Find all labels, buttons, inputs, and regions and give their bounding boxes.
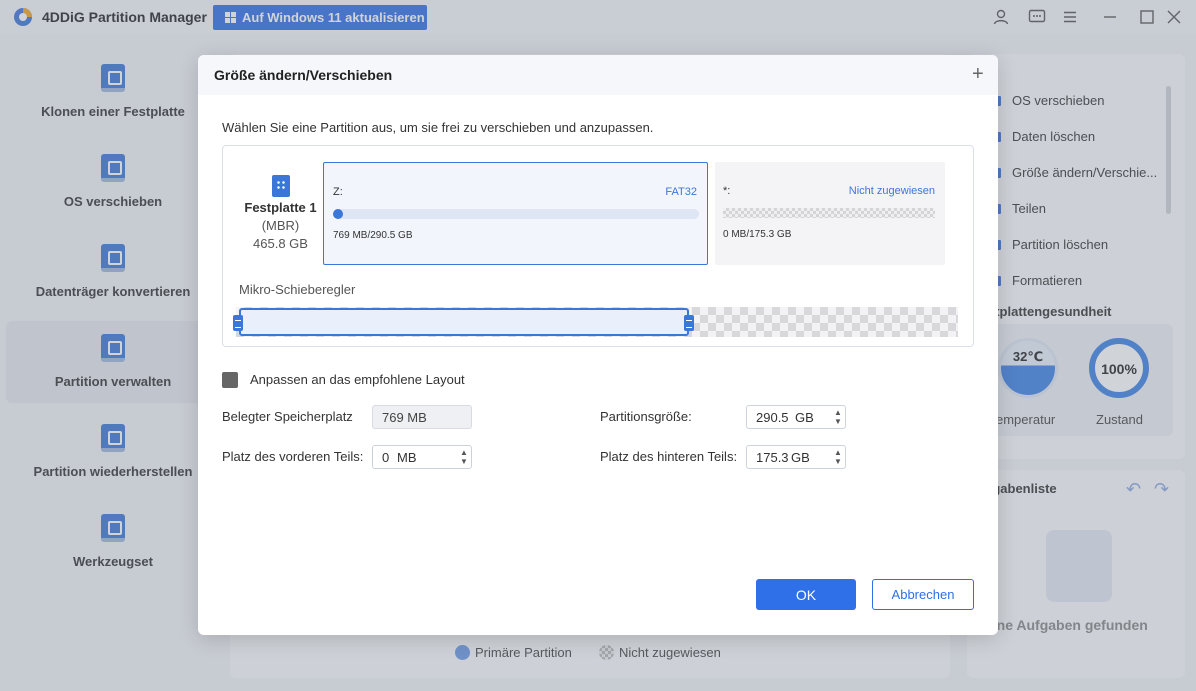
dialog-instruction: Wählen Sie eine Partition aus, um sie fr… (222, 120, 654, 135)
partition-size-stepper[interactable]: 290.5 GB ▲ ▼ (746, 405, 846, 429)
micro-slider-partition-range[interactable] (239, 308, 689, 336)
micro-slider-label: Mikro-Schieberegler (239, 282, 356, 297)
slider-right-handle[interactable] (684, 315, 694, 331)
front-space-value: 0 (382, 450, 390, 465)
front-space-unit: MB (397, 450, 417, 465)
partition-z-usage-fill (333, 209, 343, 219)
dialog-header: Größe ändern/Verschieben + (198, 55, 998, 95)
partition-z-usage: 769 MB/290.5 GB (333, 230, 413, 241)
slider-left-handle[interactable] (233, 315, 243, 331)
disk-name: Festplatte 1 (244, 200, 317, 215)
back-space-label: Platz des hinteren Teils: (600, 449, 738, 464)
ok-button[interactable]: OK (756, 579, 856, 610)
disk-icon (272, 175, 290, 197)
partition-unallocated-label: *: (723, 185, 731, 197)
stepper-arrows-icon[interactable]: ▲ ▼ (460, 448, 468, 466)
back-space-unit: GB (791, 450, 810, 465)
stepper-arrows-icon[interactable]: ▲ ▼ (834, 448, 842, 466)
partition-unallocated-type: Nicht zugewiesen (848, 185, 935, 197)
partition-z-card[interactable]: Z: FAT32 769 MB/290.5 GB (323, 162, 708, 265)
partition-z-usage-bar (333, 209, 699, 219)
recommend-layout-checkbox[interactable] (222, 372, 238, 388)
back-space-stepper[interactable]: 175.3 GB ▲ ▼ (746, 445, 846, 469)
dialog-title: Größe ändern/Verschieben (214, 67, 393, 83)
partition-unallocated-bar (723, 208, 935, 218)
back-space-value: 175.3 (756, 450, 789, 465)
used-space-label: Belegter Speicherplatz (222, 409, 353, 424)
recommend-layout-label: Anpassen an das empfohlene Layout (250, 372, 465, 387)
used-space-field: 769 MB (372, 405, 472, 429)
partition-z-filesystem: FAT32 (665, 186, 697, 198)
front-space-stepper[interactable]: 0 MB ▲ ▼ (372, 445, 472, 469)
cancel-button[interactable]: Abbrechen (872, 579, 974, 610)
dialog-close-icon[interactable]: + (972, 64, 984, 84)
partition-unallocated-card[interactable]: *: Nicht zugewiesen 0 MB/175.3 GB (715, 162, 945, 265)
partition-size-value: 290.5 (756, 410, 789, 425)
disk-partition-style: (MBR) (261, 218, 300, 233)
disk-size: 465.8 GB (253, 236, 308, 251)
front-space-label: Platz des vorderen Teils: (222, 449, 364, 464)
partition-size-label: Partitionsgröße: (600, 409, 692, 424)
stepper-arrows-icon[interactable]: ▲ ▼ (834, 408, 842, 426)
resize-move-dialog: Größe ändern/Verschieben + Wählen Sie ei… (198, 55, 998, 635)
partition-size-unit: GB (795, 410, 814, 425)
partition-unallocated-usage: 0 MB/175.3 GB (723, 229, 792, 240)
partition-z-label: Z: (333, 186, 343, 198)
